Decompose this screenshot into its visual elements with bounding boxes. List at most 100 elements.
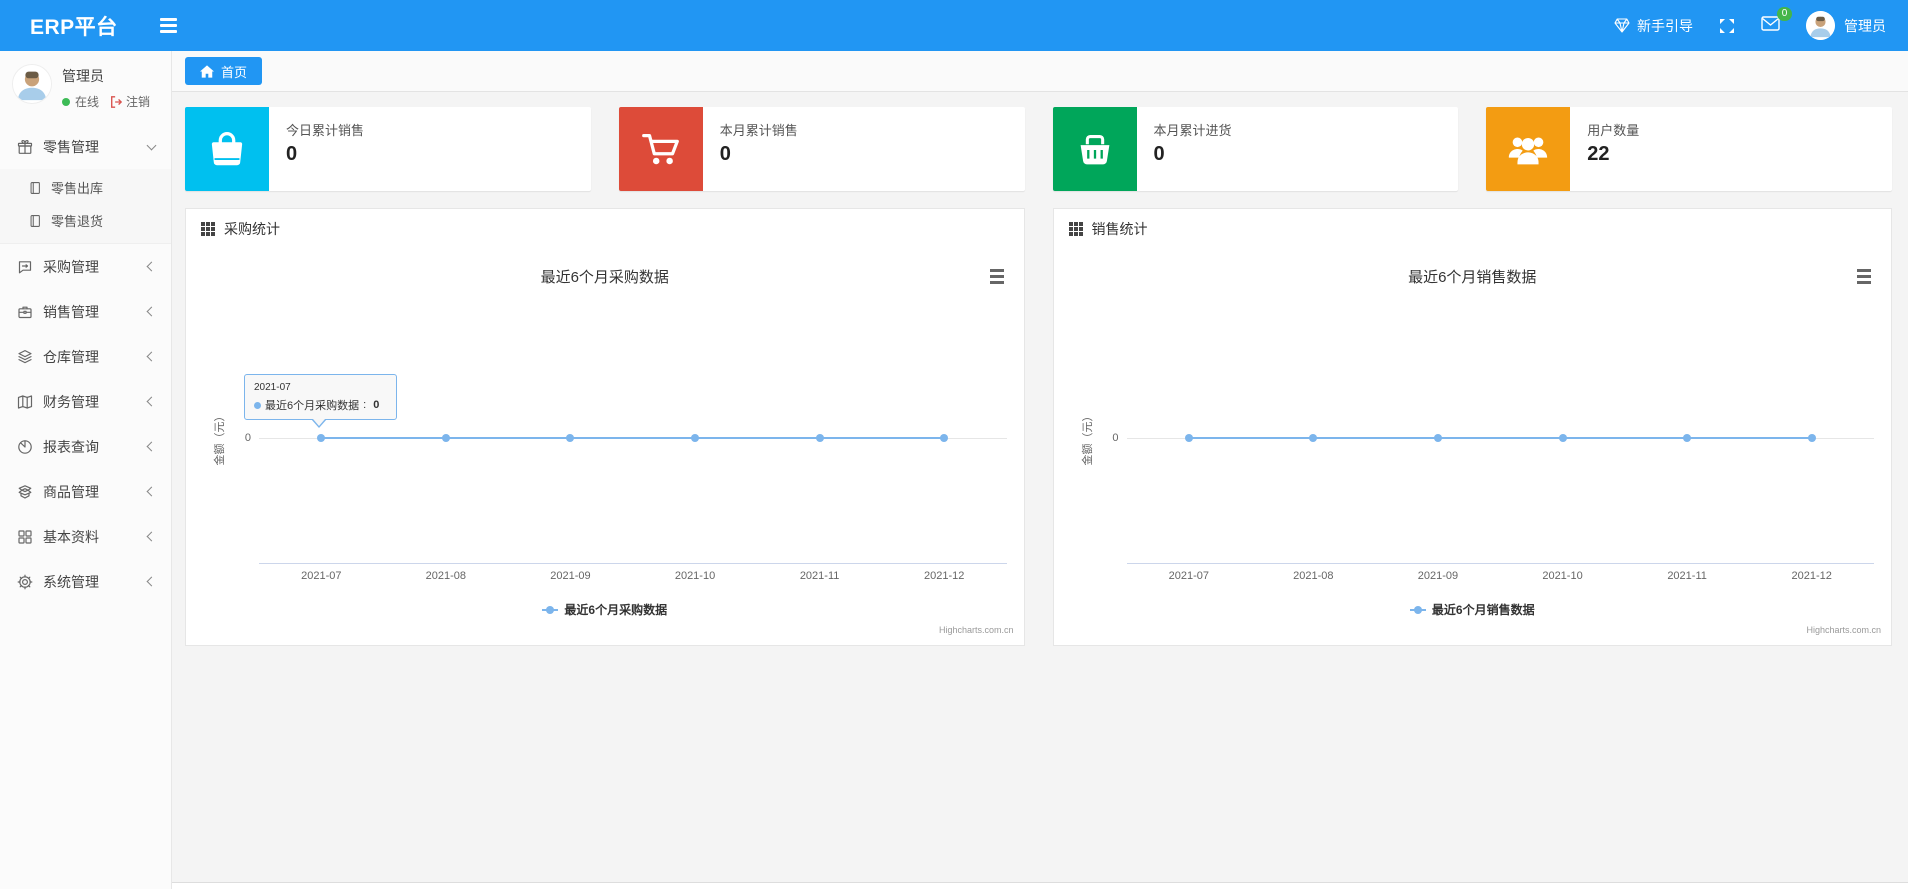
sidebar-item-reports[interactable]: 报表查询 — [0, 424, 171, 469]
x-tick-label: 2021-09 — [1417, 570, 1459, 582]
x-tick-label: 2021-12 — [1791, 570, 1832, 582]
sidebar-item-goods[interactable]: 商品管理 — [0, 469, 171, 514]
data-point — [317, 434, 326, 442]
map-book-icon — [17, 394, 33, 409]
chart-panels-row: 采购统计 最近6个月采购数据 金额（元） 0 2021-07 2021-08 202… — [185, 208, 1892, 646]
x-tick-label: 2021-11 — [799, 570, 840, 582]
data-point — [940, 434, 949, 442]
x-axis-line — [1126, 563, 1874, 564]
grid-icon — [1068, 222, 1083, 236]
chevron-left-icon — [146, 306, 157, 317]
tab-home[interactable]: 首页 — [185, 57, 263, 85]
gift-icon — [17, 139, 33, 154]
legend-item[interactable]: 最近6个月销售数据 — [1409, 601, 1535, 618]
shopping-basket-icon — [1080, 135, 1109, 165]
pie-chart-icon — [18, 439, 32, 454]
avatar — [1806, 11, 1835, 40]
journal-icon — [30, 214, 40, 227]
panel-header: 采购统计 — [186, 209, 1024, 249]
stat-value: 22 — [1587, 143, 1610, 165]
data-point — [815, 434, 824, 442]
chevron-left-icon — [146, 396, 157, 407]
data-point — [1807, 434, 1816, 442]
stat-card-month-sales: 本月累计销售 0 — [618, 107, 1025, 191]
sidebar-menu: 零售管理 零售出库 零售退货 采购管理 销售管理 仓库管理 财务管理 报表查询 … — [0, 124, 171, 604]
chevron-left-icon — [146, 351, 157, 362]
panel-title: 采购统计 — [224, 221, 280, 237]
series-dot-icon — [254, 401, 261, 409]
user-menu[interactable]: 管理员 — [1806, 11, 1886, 40]
x-tick-label: 2021-11 — [1667, 570, 1707, 582]
x-tick-label: 2021-07 — [1168, 570, 1209, 582]
user-name: 管理员 — [1844, 17, 1886, 34]
top-navbar: ERP平台 新手引导 0 管理员 — [0, 0, 1908, 51]
data-point — [566, 434, 575, 442]
sidebar-toggle-icon[interactable] — [159, 18, 177, 33]
fullscreen-icon[interactable] — [1719, 18, 1735, 34]
sidebar-item-finance[interactable]: 财务管理 — [0, 379, 171, 424]
data-point — [1683, 434, 1692, 442]
home-icon — [200, 64, 214, 78]
stat-card-user-count: 用户数量 22 — [1486, 107, 1892, 191]
sidebar-item-retail[interactable]: 零售管理 — [0, 124, 171, 169]
chevron-left-icon — [146, 261, 157, 272]
x-tick-label: 2021-09 — [550, 570, 591, 582]
purchase-stats-panel: 采购统计 最近6个月采购数据 金额（元） 0 2021-07 2021-08 202… — [185, 208, 1025, 646]
chevron-down-icon — [146, 140, 157, 150]
box-icon — [18, 484, 32, 499]
stat-label: 用户数量 — [1587, 123, 1640, 138]
sales-stats-panel: 销售统计 最近6个月销售数据 金额（元） 0 2021-07 2021-08 202… — [1052, 208, 1892, 646]
chart-menu-icon[interactable] — [1854, 266, 1874, 287]
sidebar-item-purchase[interactable]: 采购管理 — [0, 244, 171, 289]
stat-value: 0 — [719, 143, 731, 165]
chart-credits: Highcharts.com.cn — [1806, 625, 1881, 635]
data-point — [691, 434, 700, 442]
tabs-bar: 首页 — [172, 51, 1908, 92]
gem-icon — [1614, 18, 1630, 33]
shopping-bag-icon — [211, 132, 243, 166]
logout-button[interactable]: 注销 — [110, 93, 150, 110]
stat-label: 本月累计销售 — [719, 123, 798, 138]
y-axis-tick: 0 — [244, 432, 251, 444]
layers-icon — [18, 349, 32, 363]
chart-credits: Highcharts.com.cn — [938, 625, 1014, 635]
sidebar-item-retail-outbound[interactable]: 零售出库 — [0, 171, 171, 204]
footer-strip — [172, 882, 1908, 889]
journal-icon — [30, 181, 40, 194]
online-status-dot — [62, 97, 70, 106]
briefcase-icon — [18, 306, 32, 318]
data-point — [441, 434, 450, 442]
legend-item[interactable]: 最近6个月采购数据 — [542, 601, 667, 618]
chat-icon — [18, 260, 32, 273]
chevron-left-icon — [146, 531, 157, 542]
stat-card-month-purchase: 本月累计进货 0 — [1052, 107, 1459, 191]
purchase-chart: 最近6个月采购数据 金额（元） 0 2021-07 2021-08 2021-09 2… — [186, 249, 1024, 645]
legend-marker-icon — [1409, 605, 1426, 614]
chart-title: 最近6个月销售数据 — [1408, 269, 1537, 286]
sidebar-item-retail-return[interactable]: 零售退货 — [0, 204, 171, 237]
sidebar: 管理员 在线 注销 零售管理 零售出库 零售退货 采购管理 销售管理 仓库管理 … — [0, 51, 172, 889]
sidebar-user-name: 管理员 — [62, 68, 104, 84]
sidebar-item-system[interactable]: 系统管理 — [0, 559, 171, 604]
stat-card-today-sales: 今日累计销售 0 — [185, 107, 591, 191]
sidebar-item-basic-data[interactable]: 基本资料 — [0, 514, 171, 559]
chart-tooltip: 2021-07 最近6个月采购数据: 0 — [244, 374, 397, 428]
guide-button[interactable]: 新手引导 — [1614, 16, 1693, 36]
message-count-badge: 0 — [1777, 6, 1792, 21]
panel-header: 销售统计 — [1054, 209, 1892, 249]
x-axis-labels: 2021-07 2021-08 2021-09 2021-10 2021-11 2021-… — [259, 570, 1007, 582]
stat-label: 今日累计销售 — [286, 123, 365, 138]
data-point — [1184, 434, 1193, 442]
data-point — [1309, 434, 1318, 442]
x-tick-label: 2021-10 — [674, 570, 716, 582]
sidebar-item-sales[interactable]: 销售管理 — [0, 289, 171, 334]
sidebar-item-warehouse[interactable]: 仓库管理 — [0, 334, 171, 379]
messages-button[interactable]: 0 — [1761, 6, 1792, 36]
x-axis-line — [259, 563, 1007, 564]
chart-menu-icon[interactable] — [987, 266, 1007, 287]
x-tick-label: 2021-08 — [1293, 570, 1334, 582]
retail-submenu: 零售出库 零售退货 — [0, 169, 171, 244]
stat-label: 本月累计进货 — [1153, 123, 1232, 138]
panel-title: 销售统计 — [1091, 221, 1148, 237]
online-status-label: 在线 — [75, 95, 100, 109]
